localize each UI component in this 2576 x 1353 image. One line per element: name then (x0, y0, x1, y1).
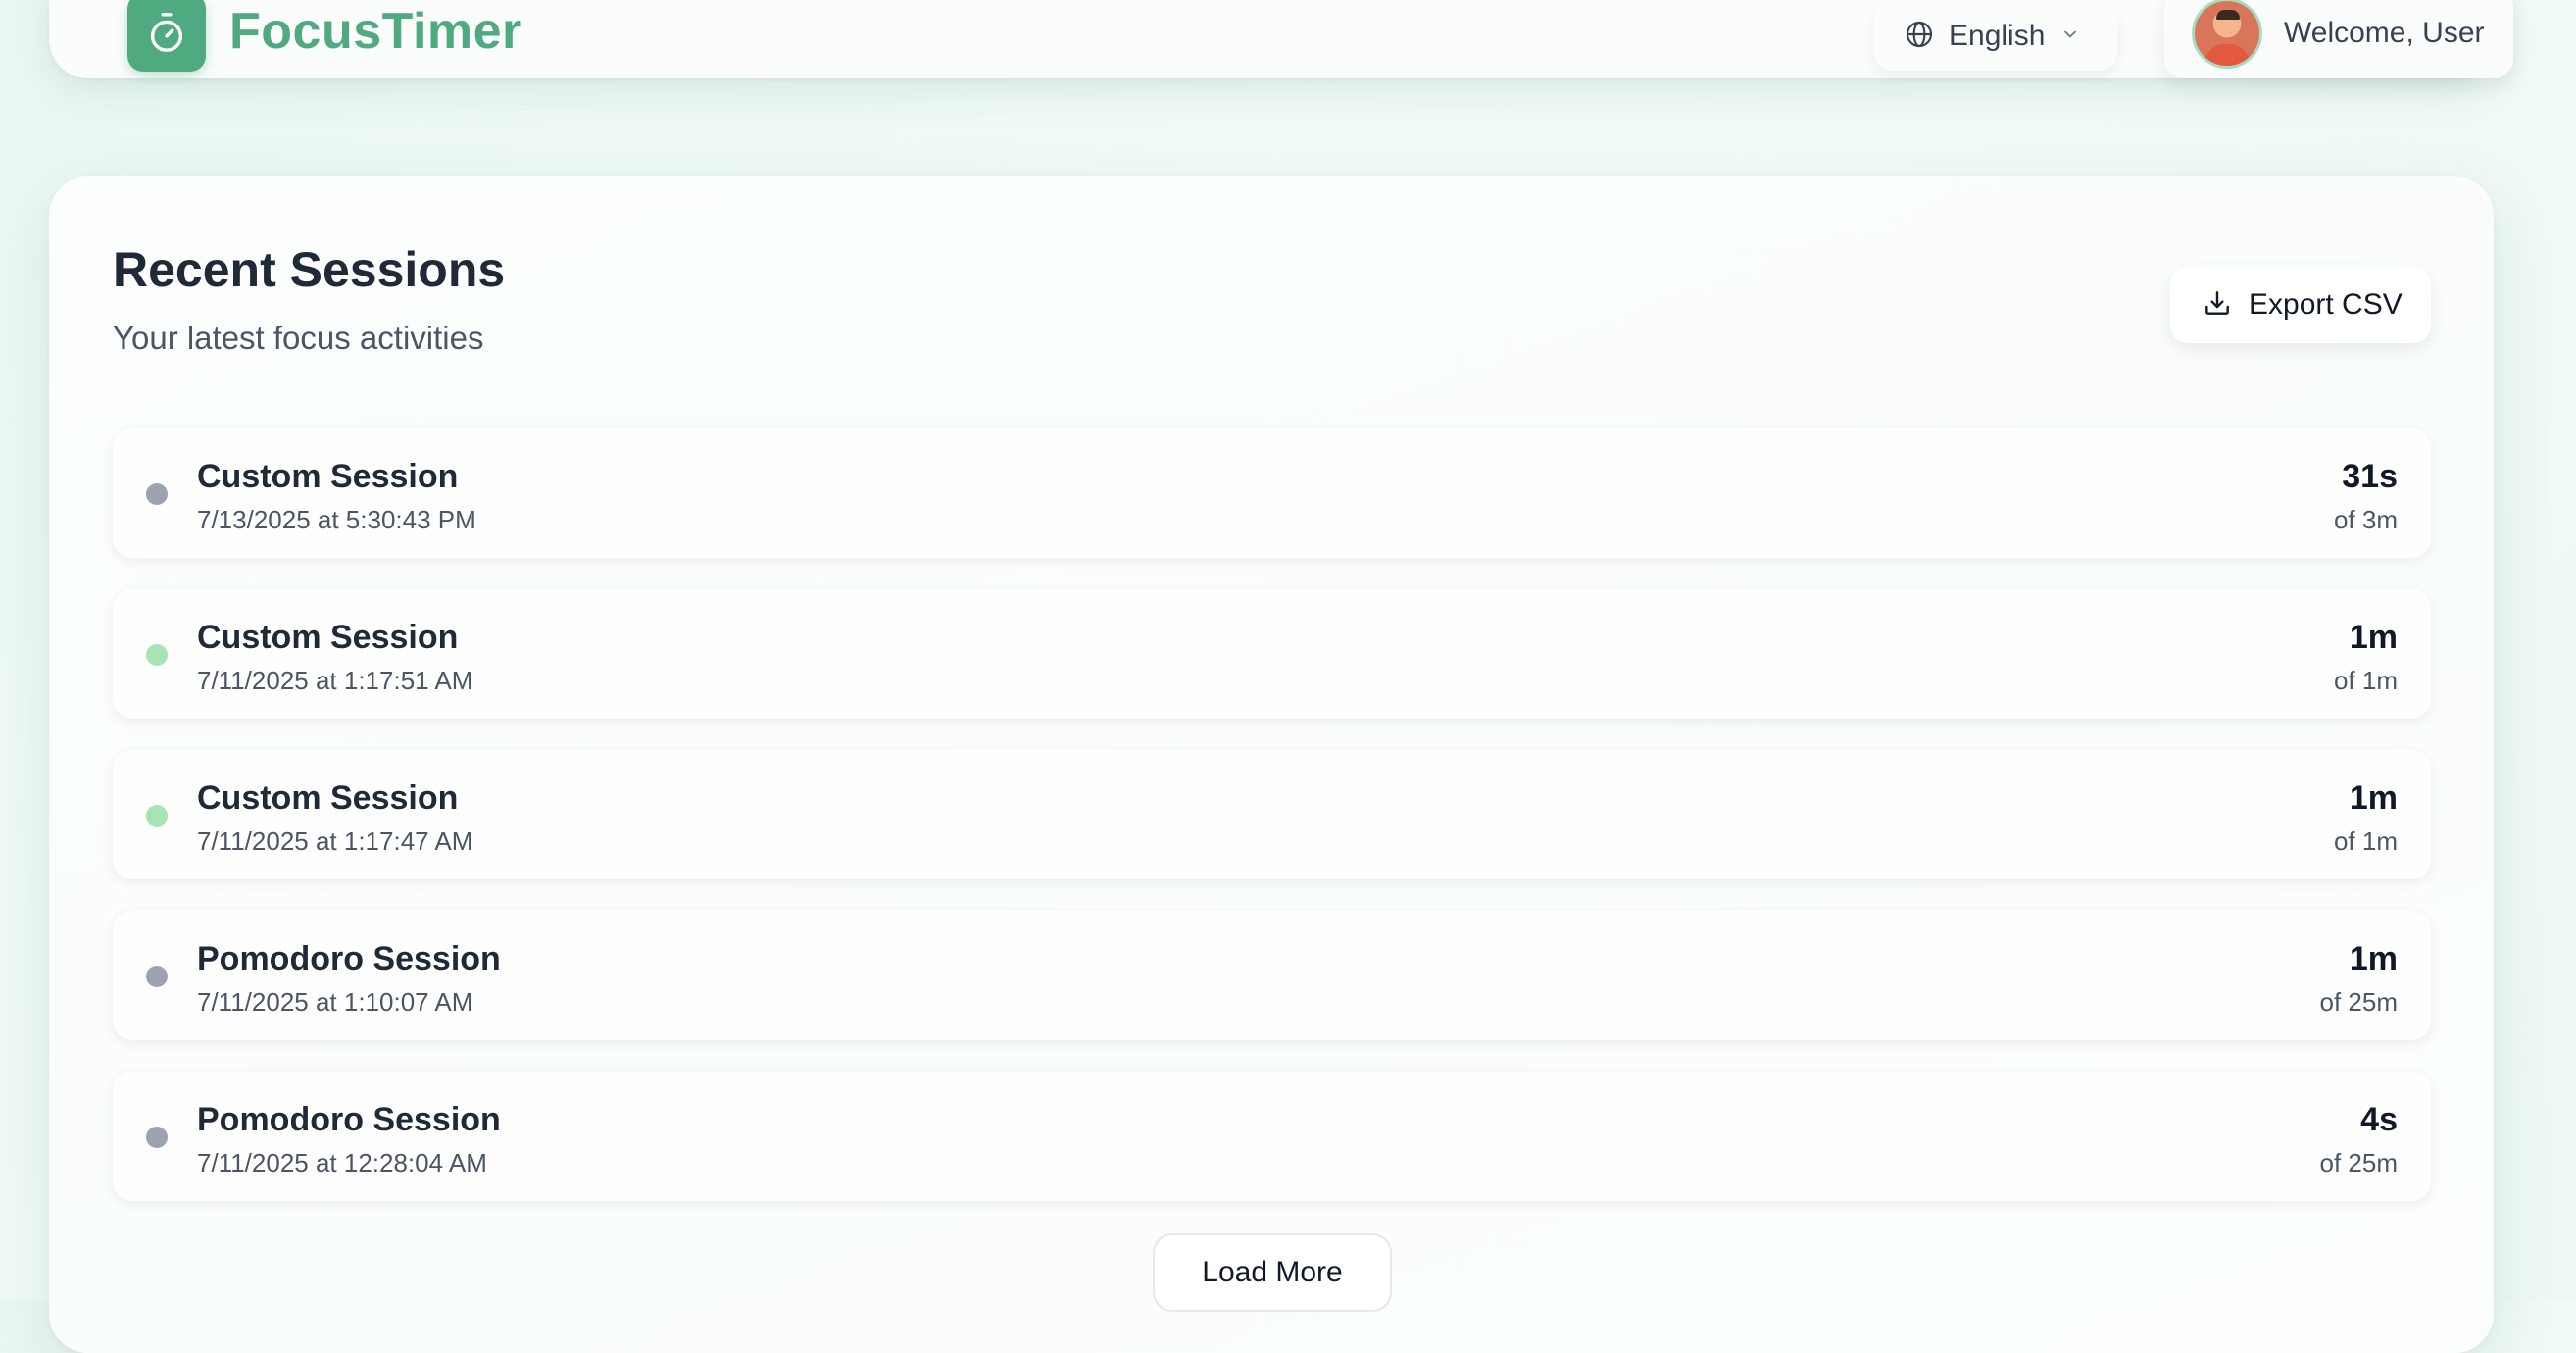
status-dot (146, 966, 168, 987)
page-subtitle: Your latest focus activities (113, 320, 484, 356)
session-title: Custom Session (197, 619, 459, 656)
export-csv-button[interactable]: Export CSV (2170, 267, 2431, 343)
session-planned-duration: of 25m (2319, 987, 2399, 1017)
session-date: 7/11/2025 at 1:17:47 AM (197, 827, 473, 856)
stopwatch-icon[interactable] (127, 0, 206, 72)
status-dot (146, 644, 168, 666)
download-icon (2202, 287, 2233, 324)
session-item[interactable]: Custom Session 7/13/2025 at 5:30:43 PM 3… (113, 428, 2431, 558)
session-date: 7/13/2025 at 5:30:43 PM (197, 505, 476, 534)
session-title: Pomodoro Session (197, 1101, 501, 1138)
status-dot (146, 805, 168, 827)
session-item[interactable]: Custom Session 7/11/2025 at 1:17:47 AM 1… (113, 750, 2431, 879)
welcome-text: Welcome, User (2284, 17, 2485, 49)
recent-sessions-card: Recent Sessions Your latest focus activi… (49, 176, 2494, 1353)
session-title: Pomodoro Session (197, 940, 501, 977)
session-item[interactable]: Custom Session 7/11/2025 at 1:17:51 AM 1… (113, 589, 2431, 719)
session-date: 7/11/2025 at 1:17:51 AM (197, 666, 473, 695)
session-item[interactable]: Pomodoro Session 7/11/2025 at 12:28:04 A… (113, 1072, 2431, 1201)
session-duration: 31s (2342, 458, 2398, 495)
session-title: Custom Session (197, 779, 459, 817)
session-duration: 1m (2349, 940, 2398, 977)
language-label: English (1949, 20, 2046, 52)
session-planned-duration: of 1m (2333, 827, 2398, 856)
top-navigation-bar: FocusTimer English Welcome, User (49, 0, 2513, 78)
session-duration: 1m (2349, 779, 2398, 817)
chevron-down-icon (2060, 25, 2080, 49)
session-planned-duration: of 25m (2319, 1148, 2399, 1178)
session-planned-duration: of 3m (2333, 505, 2398, 534)
session-duration: 4s (2360, 1101, 2398, 1138)
session-planned-duration: of 1m (2333, 666, 2398, 695)
brand-name[interactable]: FocusTimer (229, 2, 522, 61)
status-dot (146, 483, 168, 505)
session-title: Custom Session (197, 458, 459, 495)
page-title: Recent Sessions (113, 242, 506, 297)
session-duration: 1m (2349, 619, 2398, 656)
user-menu[interactable]: Welcome, User (2164, 0, 2513, 78)
session-date: 7/11/2025 at 1:10:07 AM (197, 987, 473, 1017)
export-csv-label: Export CSV (2249, 288, 2403, 321)
session-item[interactable]: Pomodoro Session 7/11/2025 at 1:10:07 AM… (113, 911, 2431, 1040)
session-date: 7/11/2025 at 12:28:04 AM (197, 1148, 487, 1178)
language-selector[interactable]: English (1874, 2, 2117, 71)
status-dot (146, 1127, 168, 1148)
globe-icon (1904, 19, 1935, 55)
load-more-button[interactable]: Load More (1153, 1233, 1392, 1312)
avatar (2192, 0, 2262, 69)
